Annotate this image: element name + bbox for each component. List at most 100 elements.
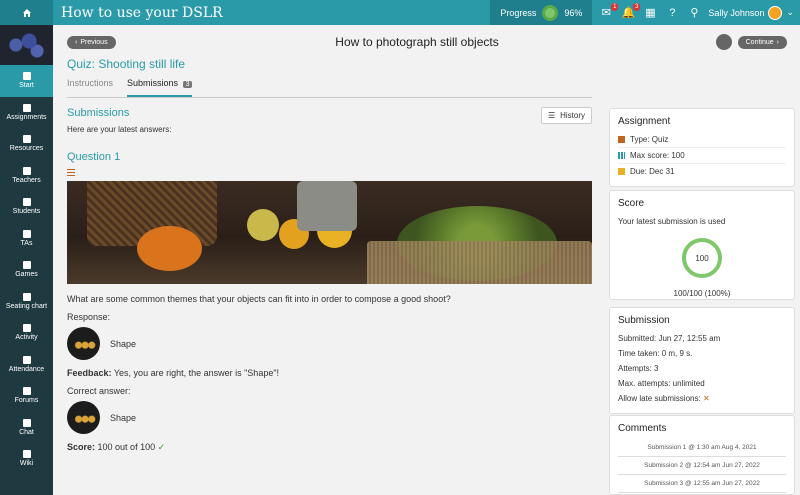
history-button[interactable]: ☰ History — [540, 107, 592, 124]
sidebar: Start Assignments Resources Teachers Student… — [0, 25, 53, 495]
sidebar-item-seating-chart[interactable]: Seating chart — [0, 286, 53, 318]
assignments-badge: 1 — [611, 2, 619, 11]
home-button[interactable] — [0, 0, 53, 25]
response-label: Response: — [67, 312, 111, 322]
tas-icon — [22, 229, 31, 238]
tab-instructions[interactable]: Instructions — [67, 78, 113, 97]
bar-chart-icon — [618, 152, 625, 159]
tab-submissions[interactable]: Submissions 3 — [127, 78, 193, 97]
sidebar-item-label: Activity — [15, 334, 38, 342]
students-icon — [22, 198, 31, 207]
print-icon[interactable] — [715, 34, 732, 50]
sidebar-item-label: Forums — [14, 397, 39, 405]
assignment-max-score: Max score: 100 — [630, 151, 685, 160]
submissions-subtitle: Here are your latest answers: — [67, 125, 172, 134]
quiz-tabs: Instructions Submissions 3 — [67, 78, 592, 98]
sidebar-item-tas[interactable]: TAs — [0, 223, 53, 255]
sidebar-item-forums[interactable]: Forums — [0, 380, 53, 412]
sidebar-item-label: TAs — [20, 239, 33, 247]
submission-max-attempts: Max. attempts: unlimited — [618, 379, 705, 388]
submission-time-taken: Time taken: 0 m, 9 s. — [618, 349, 693, 358]
submission-late: Allow late submissions: ✕ — [618, 391, 786, 406]
progress-ring-icon — [542, 4, 559, 21]
course-image — [0, 25, 53, 65]
sidebar-item-label: Assignments — [6, 113, 47, 121]
sidebar-item-label: Wiki — [19, 460, 34, 468]
sidebar-item-label: Chat — [19, 428, 34, 436]
score-summary: 100/100 (100%) — [673, 289, 731, 298]
submissions-title: Submissions — [67, 107, 130, 119]
submissions-panel: Submissions ☰ History Here are your lates… — [67, 107, 592, 453]
history-label: History — [560, 111, 585, 120]
sidebar-item-resources[interactable]: Resources — [0, 128, 53, 160]
correct-answer-label: Correct answer: — [67, 386, 131, 396]
sidebar-item-assignments[interactable]: Assignments — [0, 97, 53, 129]
sidebar-item-teachers[interactable]: Teachers — [0, 160, 53, 192]
progress-indicator[interactable]: Progress 96% — [490, 0, 593, 25]
comment-item[interactable]: Submission 3 @ 12:55 am Jun 27, 2022 — [618, 475, 786, 493]
sidebar-item-label: Seating chart — [5, 302, 48, 310]
sidebar-item-label: Games — [15, 271, 38, 279]
sidebar-item-activity[interactable]: Activity — [0, 317, 53, 349]
sidebar-item-start[interactable]: Start — [0, 65, 53, 97]
assignment-due: Due: Dec 31 — [630, 167, 675, 176]
teachers-icon — [22, 166, 31, 175]
sidebar-item-students[interactable]: Students — [0, 191, 53, 223]
seating-chart-icon — [22, 292, 31, 301]
submission-title: Submission — [618, 315, 670, 326]
notifications-bell-icon[interactable]: 🔔 3 — [622, 2, 641, 19]
comments-card: Comments Submission 1 @ 1:30 am Aug 4, 2… — [609, 415, 795, 495]
feedback-label: Feedback: — [67, 368, 112, 378]
sidebar-item-label: Start — [19, 82, 34, 90]
user-menu[interactable]: Sally Johnson ⌄ — [708, 5, 800, 20]
correct-answer: Shape — [67, 401, 592, 434]
feedback: Feedback: Yes, you are right, the answer… — [67, 368, 592, 378]
menu-lines-icon: ☰ — [547, 111, 556, 120]
sidebar-item-attendance[interactable]: Attendance — [0, 349, 53, 381]
comment-item[interactable]: Submission 2 @ 12:54 am Jun 27, 2022 — [618, 457, 786, 475]
calendar-icon[interactable]: ▦ — [644, 7, 656, 19]
score-ring: 100 — [682, 238, 722, 278]
continue-button[interactable]: Continue › — [737, 35, 787, 49]
sidebar-item-label: Students — [12, 208, 41, 216]
progress-value: 96% — [564, 7, 583, 18]
quiz-title: Quiz: Shooting still life — [67, 57, 186, 71]
page-title: How to photograph still objects — [335, 35, 499, 49]
assignment-type: Type: Quiz — [630, 135, 669, 144]
still-life-photo — [67, 181, 592, 284]
comments-title: Comments — [618, 423, 667, 434]
search-icon[interactable]: ⚲ — [688, 7, 700, 19]
forums-icon — [22, 387, 31, 396]
assignments-inbox-icon[interactable]: ✉ 1 — [600, 2, 619, 19]
submissions-count-badge: 3 — [182, 81, 193, 88]
submission-card: Submission Submitted: Jun 27, 12:55 am T… — [609, 307, 795, 414]
games-icon — [22, 261, 31, 270]
top-bar: How to use your DSLR Progress 96% ✉ 1 🔔 3 … — [0, 0, 800, 25]
response-image — [67, 327, 100, 360]
comment-item[interactable]: Submission 1 @ 1:30 am Aug 4, 2021 — [618, 439, 786, 457]
calendar-due-icon — [618, 168, 625, 175]
score-note: Your latest submission is used — [618, 217, 726, 226]
response-value: Shape — [110, 338, 137, 349]
question-title: Question 1 — [67, 151, 121, 163]
resources-icon — [22, 135, 31, 144]
avatar — [768, 5, 783, 20]
question-text: What are some common themes that your ob… — [67, 294, 451, 304]
attendance-icon — [22, 355, 31, 364]
help-icon[interactable]: ? — [666, 7, 678, 19]
chat-icon — [22, 418, 31, 427]
quiz-type-icon — [618, 136, 625, 143]
submission-submitted: Submitted: Jun 27, 12:55 am — [618, 334, 721, 343]
chevron-right-icon: › — [776, 38, 779, 46]
tab-submissions-label: Submissions — [127, 78, 179, 88]
wiki-icon — [22, 450, 31, 459]
score-label: Score: — [67, 442, 96, 452]
sidebar-item-chat[interactable]: Chat — [0, 412, 53, 444]
sidebar-item-label: Attendance — [8, 365, 45, 373]
progress-label: Progress — [500, 7, 537, 18]
course-title: How to use your DSLR — [61, 4, 223, 21]
submission-attempts: Attempts: 3 — [618, 364, 659, 373]
sidebar-item-wiki[interactable]: Wiki — [0, 443, 53, 475]
start-icon — [22, 72, 31, 81]
sidebar-item-games[interactable]: Games — [0, 254, 53, 286]
